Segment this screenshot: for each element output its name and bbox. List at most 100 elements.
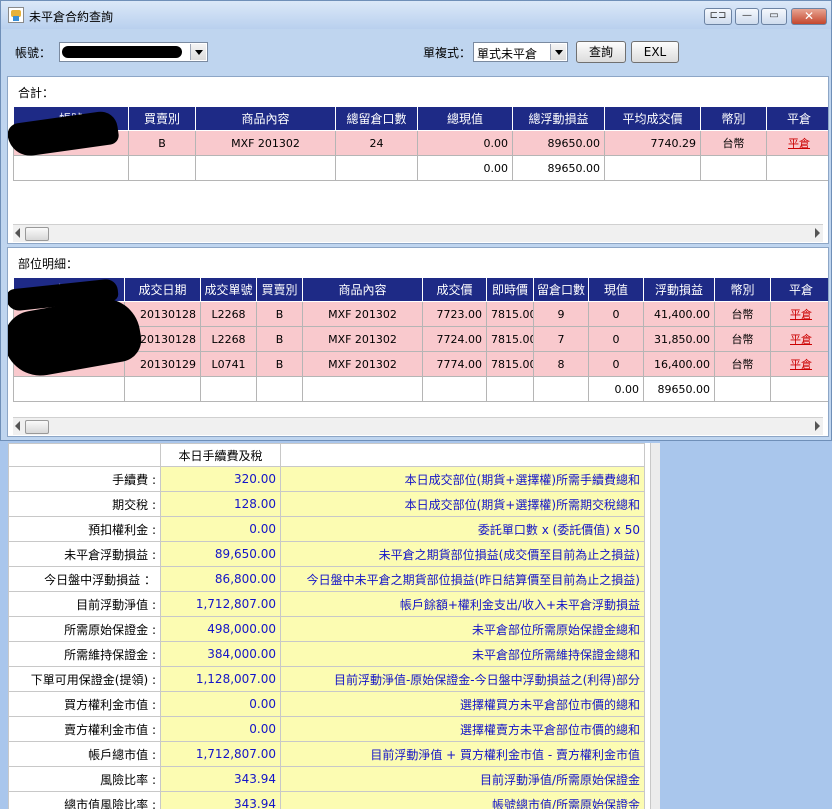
summary-label: 總市值風險比率 : bbox=[8, 791, 161, 809]
account-select[interactable] bbox=[59, 42, 208, 62]
scroll-right-icon[interactable] bbox=[815, 421, 820, 431]
col-header[interactable]: 成交日期 bbox=[124, 277, 201, 302]
col-header[interactable]: 成交單號 bbox=[200, 277, 257, 302]
window-title: 未平倉合約查詢 bbox=[29, 10, 114, 24]
col-header[interactable]: 留倉口數 bbox=[533, 277, 589, 302]
cell-value: 0.00 bbox=[588, 376, 644, 402]
cell-live-price: 7815.00 bbox=[486, 326, 534, 352]
summary-label: 期交稅 : bbox=[8, 491, 161, 517]
col-header[interactable]: 成交價 bbox=[422, 277, 487, 302]
minimize-button[interactable]: — bbox=[735, 8, 759, 25]
cell-lots: 8 bbox=[533, 351, 589, 377]
col-header[interactable]: 幣別 bbox=[700, 106, 767, 131]
query-button[interactable]: 查詢 bbox=[576, 41, 626, 63]
summary-row: 風險比率 :343.94 目前浮動淨值/所需原始保證金 bbox=[8, 766, 645, 792]
col-header[interactable]: 幣別 bbox=[714, 277, 771, 302]
mode-label: 單複式： bbox=[423, 46, 472, 60]
summary-desc: 今日盤中未平倉之期貨部位損益(昨日結算價至目前為止之損益) bbox=[280, 566, 645, 592]
col-header[interactable]: 平倉 bbox=[766, 106, 828, 131]
restore-button[interactable]: ⊏⊐ bbox=[704, 8, 732, 25]
col-header[interactable]: 總留倉口數 bbox=[335, 106, 418, 131]
summary-desc: 選擇權買方未平倉部位市價的總和 bbox=[280, 691, 645, 717]
col-header[interactable]: 商品內容 bbox=[302, 277, 423, 302]
cell-side bbox=[256, 376, 303, 402]
scroll-left-icon[interactable] bbox=[15, 228, 20, 238]
cell-side: B bbox=[128, 130, 196, 156]
table-row[interactable]: B MXF 201302 24 0.00 89650.00 7740.29 台幣… bbox=[13, 130, 828, 156]
summary-label: 目前浮動淨值 : bbox=[8, 591, 161, 617]
mode-select[interactable]: 單式未平倉 bbox=[473, 42, 568, 62]
summary-row: 所需原始保證金 :498,000.00 未平倉部位所需原始保證金總和 bbox=[8, 616, 645, 642]
col-header[interactable]: 浮動損益 bbox=[643, 277, 715, 302]
summary-desc: 目前浮動淨值/所需原始保證金 bbox=[280, 766, 645, 792]
close-position-cell: 平倉 bbox=[770, 326, 828, 352]
summary-desc: 帳戶餘額+權利金支出/收入+未平倉浮動損益 bbox=[280, 591, 645, 617]
cell-side: B bbox=[256, 351, 303, 377]
summary-label: 今日盤中浮動損益 ： bbox=[8, 566, 161, 592]
col-header[interactable]: 總浮動損益 bbox=[512, 106, 605, 131]
table-row-total: 0.00 89650.00 bbox=[13, 155, 828, 181]
chevron-down-icon[interactable] bbox=[550, 44, 566, 60]
close-position-link[interactable]: 平倉 bbox=[790, 358, 812, 371]
summary-header-row: 本日手續費及稅 bbox=[8, 443, 645, 467]
cell-account bbox=[13, 155, 129, 181]
summary-desc: 本日成交部位(期貨+選擇權)所需手續費總和 bbox=[280, 466, 645, 492]
close-position-link[interactable]: 平倉 bbox=[790, 333, 812, 346]
summary-value: 498,000.00 bbox=[160, 616, 281, 642]
scroll-right-icon[interactable] bbox=[815, 228, 820, 238]
col-header[interactable]: 總現值 bbox=[417, 106, 513, 131]
cell-total-lots bbox=[335, 155, 418, 181]
close-button[interactable]: ✕ bbox=[791, 8, 827, 25]
summary-desc: 未平倉部位所需維持保證金總和 bbox=[280, 641, 645, 667]
close-position-cell: 平倉 bbox=[770, 301, 828, 327]
summary-desc: 帳號總市值/所需原始保證金 bbox=[280, 791, 645, 809]
totals-hscrollbar[interactable] bbox=[13, 224, 823, 242]
summary-label: 預扣權利金 : bbox=[8, 516, 161, 542]
col-header[interactable]: 平均成交價 bbox=[604, 106, 701, 131]
col-header[interactable]: 商品內容 bbox=[195, 106, 336, 131]
details-header-row: 帳號 成交日期 成交單號 買賣別 商品內容 成交價 即時價 留倉口數 現值 浮動… bbox=[13, 277, 828, 302]
cell-value: 0 bbox=[588, 301, 644, 327]
close-position-link[interactable]: 平倉 bbox=[788, 137, 810, 150]
cell-total-value: 0.00 bbox=[417, 130, 513, 156]
exl-button[interactable]: EXL bbox=[631, 41, 679, 63]
summary-vscrollbar[interactable] bbox=[650, 443, 660, 809]
maximize-button[interactable]: ▭ bbox=[761, 8, 787, 25]
totals-header-row: 帳號 買賣別 商品內容 總留倉口數 總現值 總浮動損益 平均成交價 幣別 平倉 bbox=[13, 106, 828, 131]
summary-label: 下單可用保證金(提領) : bbox=[8, 666, 161, 692]
col-header[interactable]: 買賣別 bbox=[128, 106, 196, 131]
summary-row: 未平倉浮動損益 :89,650.00 未平倉之期貨部位損益(成交價至目前為止之損益… bbox=[8, 541, 645, 567]
summary-row: 總市值風險比率 :343.94 帳號總市值/所需原始保證金 bbox=[8, 791, 645, 809]
details-hscrollbar[interactable] bbox=[13, 417, 823, 435]
cell-pnl: 31,850.00 bbox=[643, 326, 715, 352]
summary-table: 本日手續費及稅 手續費 :320.00 本日成交部位(期貨+選擇權)所需手續費總和… bbox=[8, 443, 645, 809]
chevron-down-icon[interactable] bbox=[190, 44, 206, 60]
close-position-cell: 平倉 bbox=[766, 130, 828, 156]
close-position-cell: 平倉 bbox=[770, 351, 828, 377]
col-header[interactable]: 現值 bbox=[588, 277, 644, 302]
scroll-thumb[interactable] bbox=[25, 227, 49, 241]
cell-lots bbox=[533, 376, 589, 402]
cell-currency: 台幣 bbox=[714, 351, 771, 377]
title-bar[interactable]: 未平倉合約查詢 ⊏⊐ — ▭ ✕ bbox=[1, 1, 831, 29]
cell-trade-date bbox=[124, 376, 201, 402]
cell-side: B bbox=[256, 326, 303, 352]
col-header[interactable]: 平倉 bbox=[770, 277, 828, 302]
summary-desc: 本日成交部位(期貨+選擇權)所需期交稅總和 bbox=[280, 491, 645, 517]
cell-side: B bbox=[256, 301, 303, 327]
summary-value: 86,800.00 bbox=[160, 566, 281, 592]
summary-desc: 選擇權賣方未平倉部位市價的總和 bbox=[280, 716, 645, 742]
details-section-label: 部位明細： bbox=[18, 257, 79, 271]
close-position-link[interactable]: 平倉 bbox=[790, 308, 812, 321]
scroll-left-icon[interactable] bbox=[15, 421, 20, 431]
col-header[interactable]: 即時價 bbox=[486, 277, 534, 302]
scroll-thumb[interactable] bbox=[25, 420, 49, 434]
summary-label: 所需原始保證金 : bbox=[8, 616, 161, 642]
col-header[interactable]: 買賣別 bbox=[256, 277, 303, 302]
cell-live-price bbox=[486, 376, 534, 402]
totals-table: 帳號 買賣別 商品內容 總留倉口數 總現值 總浮動損益 平均成交價 幣別 平倉 … bbox=[13, 106, 828, 181]
cell-account bbox=[13, 376, 125, 402]
table-row[interactable]: 20130129 L0741 B MXF 201302 7774.00 7815… bbox=[13, 351, 828, 377]
cell-close bbox=[766, 155, 828, 181]
cell-trade-date: 20130129 bbox=[124, 351, 201, 377]
